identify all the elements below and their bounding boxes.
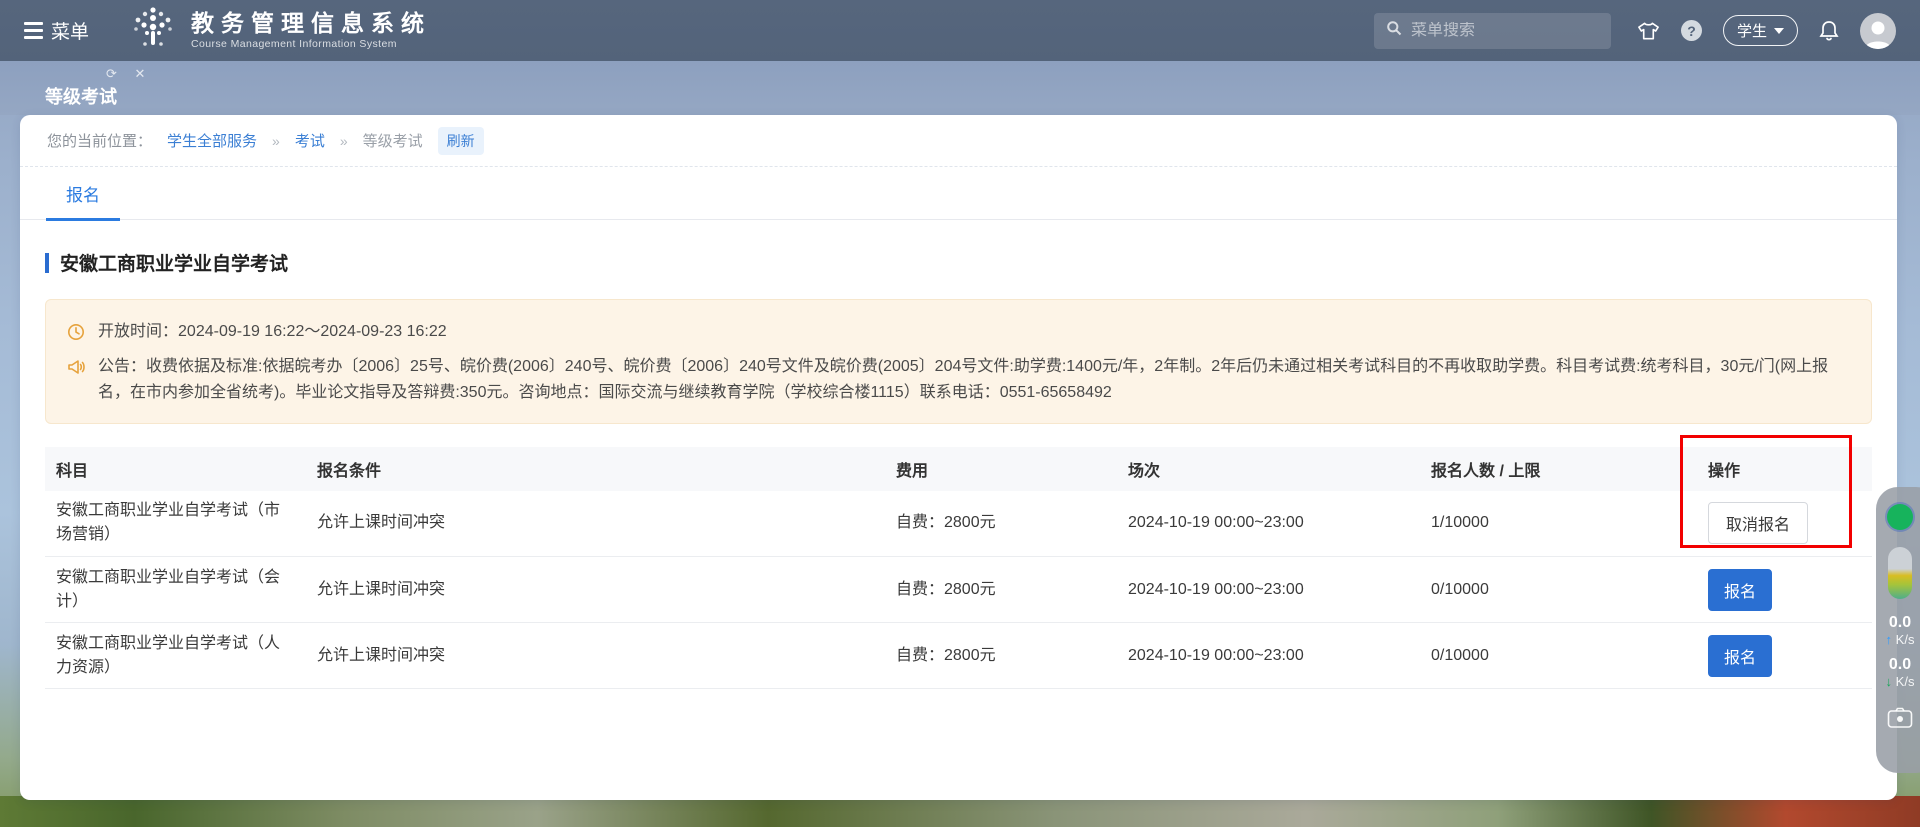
condition-cell: 允许上课时间冲突: [317, 623, 896, 689]
subject-cell: 安徽工商职业学业自学考试（市场营销）: [45, 491, 317, 557]
session-cell: 2024-10-19 00:00~23:00: [1128, 557, 1431, 623]
tab-baoming[interactable]: 报名: [46, 167, 120, 220]
tshirt-icon[interactable]: [1637, 21, 1660, 41]
subject-cell: 安徽工商职业学业自学考试（会计）: [45, 557, 317, 623]
condition-cell: 允许上课时间冲突: [317, 491, 896, 557]
announcement-row: 公告：收费依据及标准:依据皖考办〔2006〕25号、皖价费(2006〕240号、…: [67, 354, 1850, 406]
logo-tree-icon: [127, 4, 179, 57]
avatar-icon[interactable]: [1860, 13, 1896, 49]
tab-refresh-close-icons[interactable]: ⟳ ✕: [106, 66, 152, 82]
exam-section-header: 安徽工商职业学业自学考试: [45, 249, 1872, 276]
search-icon: [1386, 20, 1402, 41]
col-action: 操作: [1708, 447, 1872, 491]
download-speed-unit: K/s: [1896, 674, 1915, 689]
upload-speed-unit: K/s: [1896, 632, 1915, 647]
table-row: 安徽工商职业学业自学考试（市场营销） 允许上课时间冲突 自费：2800元 202…: [45, 491, 1872, 557]
gradient-pill-indicator: [1888, 547, 1912, 599]
open-time-text: 开放时间：2024-09-19 16:22～2024-09-23 16:22: [98, 319, 1850, 350]
exam-title: 安徽工商职业学业自学考试: [60, 249, 288, 276]
search-input[interactable]: [1411, 22, 1599, 40]
upload-speed: 0.0 ↑ K/s: [1886, 613, 1915, 649]
upload-speed-value: 0.0: [1886, 613, 1915, 632]
brand-block: 教务管理信息系统 Course Management Information S…: [191, 11, 431, 50]
count-cell: 0/10000: [1431, 623, 1708, 689]
register-button[interactable]: 报名: [1708, 635, 1772, 677]
fee-cell: 自费：2800元: [896, 623, 1128, 689]
breadcrumb-link-all-services[interactable]: 学生全部服务: [167, 130, 257, 151]
bell-icon[interactable]: [1819, 20, 1839, 42]
download-speed-value: 0.0: [1886, 655, 1915, 674]
caret-down-icon: [1774, 28, 1784, 34]
exam-table: 科目 报名条件 费用 场次 报名人数 / 上限 操作 安徽工商职业学业自学考试（…: [45, 447, 1872, 690]
announcement-body: 收费依据及标准:依据皖考办〔2006〕25号、皖价费(2006〕240号、皖价费…: [98, 358, 1828, 401]
breadcrumb-current: 等级考试: [363, 130, 423, 151]
condition-cell: 允许上课时间冲突: [317, 557, 896, 623]
breadcrumb-prefix: 您的当前位置：: [47, 130, 152, 151]
open-time-value: 2024-09-19 16:22～2024-09-23 16:22: [178, 323, 447, 340]
col-fee: 费用: [896, 447, 1128, 491]
col-condition: 报名条件: [317, 447, 896, 491]
session-cell: 2024-10-19 00:00~23:00: [1128, 623, 1431, 689]
green-status-dot: [1887, 504, 1913, 530]
announcement-text: 公告：收费依据及标准:依据皖考办〔2006〕25号、皖价费(2006〕240号、…: [98, 354, 1850, 406]
hamburger-menu-icon[interactable]: [24, 22, 43, 39]
download-speed: 0.0 ↓ K/s: [1886, 655, 1915, 691]
download-arrow-icon: ↓: [1886, 674, 1893, 689]
breadcrumb: 您的当前位置： 学生全部服务 » 考试 » 等级考试 刷新: [20, 115, 1897, 167]
breadcrumb-separator: »: [272, 133, 280, 149]
megaphone-icon: [67, 354, 87, 406]
col-count-limit: 报名人数 / 上限: [1431, 447, 1708, 491]
top-navbar: 菜单 教务管理信息系统 Course Management Informatio…: [0, 0, 1920, 61]
session-cell: 2024-10-19 00:00~23:00: [1128, 491, 1431, 557]
active-tab-grade-exam[interactable]: 等级考试: [45, 83, 117, 109]
fee-cell: 自费：2800元: [896, 557, 1128, 623]
camera-icon[interactable]: [1887, 707, 1913, 734]
notice-panel: 开放时间：2024-09-19 16:22～2024-09-23 16:22 公…: [45, 299, 1872, 424]
fee-cell: 自费：2800元: [896, 491, 1128, 557]
app-title: 教务管理信息系统: [191, 11, 431, 36]
announcement-label: 公告：: [98, 358, 146, 375]
menu-search-box[interactable]: [1374, 13, 1611, 49]
subject-cell: 安徽工商职业学业自学考试（人力资源）: [45, 623, 317, 689]
open-tabs-strip: ⟳ ✕ 等级考试: [0, 61, 1920, 115]
menu-button[interactable]: 菜单: [51, 17, 89, 44]
refresh-button[interactable]: 刷新: [438, 127, 484, 155]
col-session: 场次: [1128, 447, 1431, 491]
section-accent-bar: [45, 253, 49, 273]
col-subject: 科目: [45, 447, 317, 491]
role-dropdown[interactable]: 学生: [1723, 15, 1798, 46]
cancel-register-button[interactable]: 取消报名: [1708, 502, 1808, 544]
open-time-row: 开放时间：2024-09-19 16:22～2024-09-23 16:22: [67, 319, 1850, 350]
breadcrumb-link-exam[interactable]: 考试: [295, 130, 325, 151]
help-icon[interactable]: ?: [1681, 20, 1702, 41]
exam-table-body: 安徽工商职业学业自学考试（市场营销） 允许上课时间冲突 自费：2800元 202…: [45, 491, 1872, 689]
count-cell: 0/10000: [1431, 557, 1708, 623]
open-time-label: 开放时间：: [98, 323, 178, 340]
main-content-card: 您的当前位置： 学生全部服务 » 考试 » 等级考试 刷新 报名 安徽工商职业学…: [20, 115, 1897, 800]
background-photo-bottom: [0, 796, 1920, 827]
app-subtitle: Course Management Information System: [191, 38, 431, 50]
content-tabs: 报名: [20, 167, 1897, 220]
register-button[interactable]: 报名: [1708, 569, 1772, 611]
clock-icon: [67, 319, 87, 350]
table-header-row: 科目 报名条件 费用 场次 报名人数 / 上限 操作: [45, 447, 1872, 491]
count-cell: 1/10000: [1431, 491, 1708, 557]
table-row: 安徽工商职业学业自学考试（人力资源） 允许上课时间冲突 自费：2800元 202…: [45, 623, 1872, 689]
role-label: 学生: [1737, 20, 1767, 41]
upload-arrow-icon: ↑: [1886, 632, 1893, 647]
table-row: 安徽工商职业学业自学考试（会计） 允许上课时间冲突 自费：2800元 2024-…: [45, 557, 1872, 623]
breadcrumb-separator: »: [340, 133, 348, 149]
net-speed-widget[interactable]: 0.0 ↑ K/s 0.0 ↓ K/s: [1876, 487, 1920, 773]
